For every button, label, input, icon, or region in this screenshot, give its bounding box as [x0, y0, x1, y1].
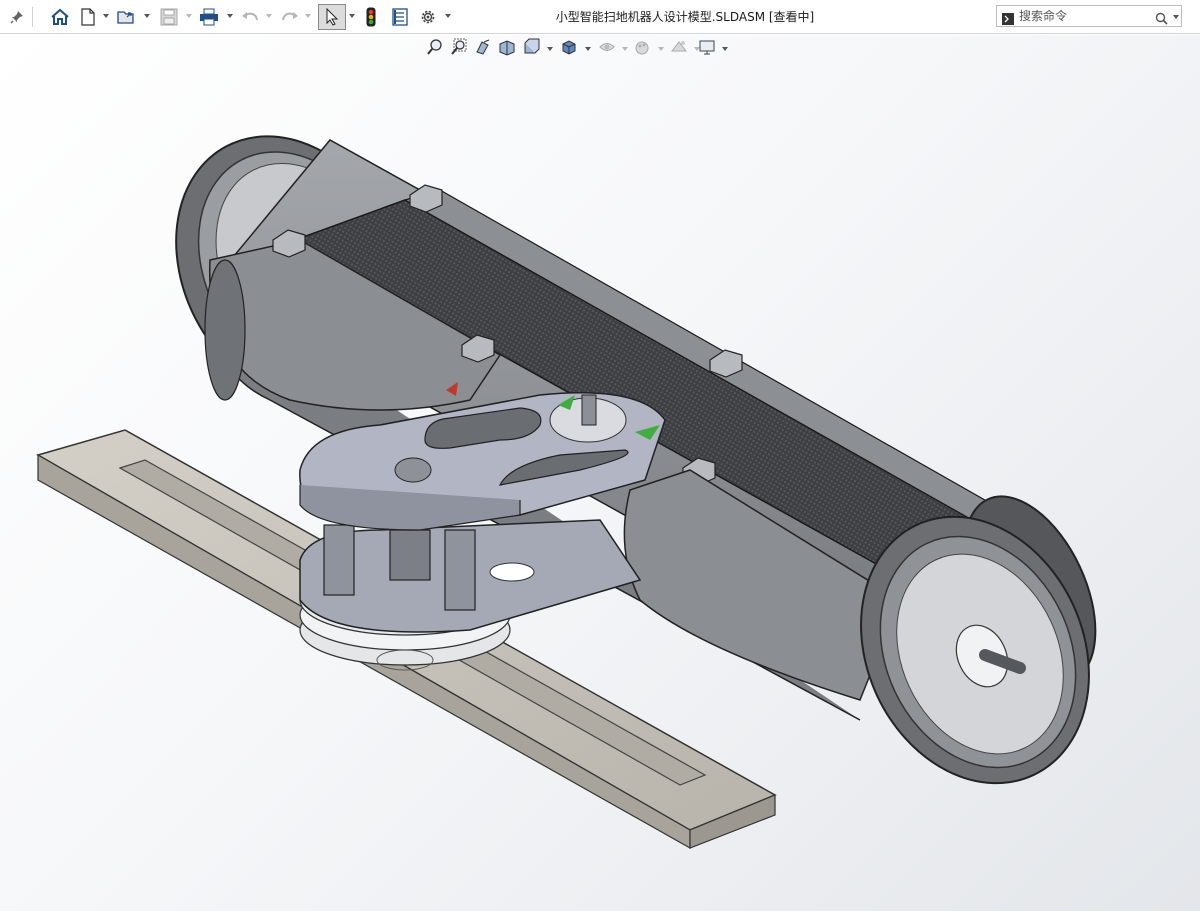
redo-dropdown[interactable] [305, 14, 311, 18]
gear-icon[interactable] [417, 4, 439, 30]
traffic-light-icon[interactable] [362, 4, 380, 30]
open-folder-icon[interactable] [116, 4, 138, 30]
section-view-icon[interactable] [498, 38, 518, 58]
select-dropdown[interactable] [349, 14, 355, 18]
search-dropdown[interactable] [1173, 15, 1179, 19]
options-dropdown[interactable] [445, 14, 451, 18]
redo-icon[interactable] [280, 4, 300, 30]
document-title: 小型智能扫地机器人设计模型.SLDASM [查看中] [555, 10, 815, 24]
assembly-model[interactable] [0, 35, 1200, 911]
command-prompt-icon [1002, 10, 1014, 29]
previous-view-icon[interactable] [474, 38, 494, 58]
zoom-to-fit-icon[interactable] [426, 38, 446, 58]
print-dropdown[interactable] [227, 14, 233, 18]
undo-icon[interactable] [240, 4, 260, 30]
edit-appearance-icon[interactable] [634, 38, 654, 58]
save-icon[interactable] [158, 4, 180, 30]
open-dropdown[interactable] [144, 14, 150, 18]
undo-dropdown[interactable] [266, 14, 272, 18]
view-settings-icon[interactable] [698, 38, 718, 58]
new-document-icon[interactable] [78, 4, 98, 30]
display-style-dropdown[interactable] [585, 47, 591, 51]
heads-up-view-toolbar [424, 38, 734, 60]
pin-icon[interactable] [6, 4, 28, 30]
zoom-to-area-icon[interactable] [450, 38, 470, 58]
search-input[interactable] [1019, 8, 1149, 24]
toolbar-separator [32, 7, 33, 27]
save-dropdown[interactable] [186, 14, 192, 18]
apply-scene-icon[interactable] [670, 38, 690, 58]
view-orientation-dropdown[interactable] [547, 47, 553, 51]
print-icon[interactable] [198, 4, 220, 30]
hide-show-dropdown[interactable] [622, 47, 628, 51]
search-icon[interactable] [1155, 10, 1168, 29]
edit-appearance-dropdown[interactable] [658, 47, 664, 51]
display-style-icon[interactable] [560, 38, 580, 58]
view-orientation-icon[interactable] [522, 38, 542, 58]
home-icon[interactable] [48, 4, 72, 30]
new-document-dropdown[interactable] [103, 14, 109, 18]
search-commands-box[interactable] [996, 5, 1182, 27]
hide-show-items-icon[interactable] [598, 38, 618, 58]
select-arrow-icon[interactable] [318, 4, 346, 30]
file-properties-icon[interactable] [389, 4, 411, 30]
title-bar: 小型智能扫地机器人设计模型.SLDASM [查看中] [0, 0, 1200, 34]
view-settings-dropdown[interactable] [722, 47, 728, 51]
